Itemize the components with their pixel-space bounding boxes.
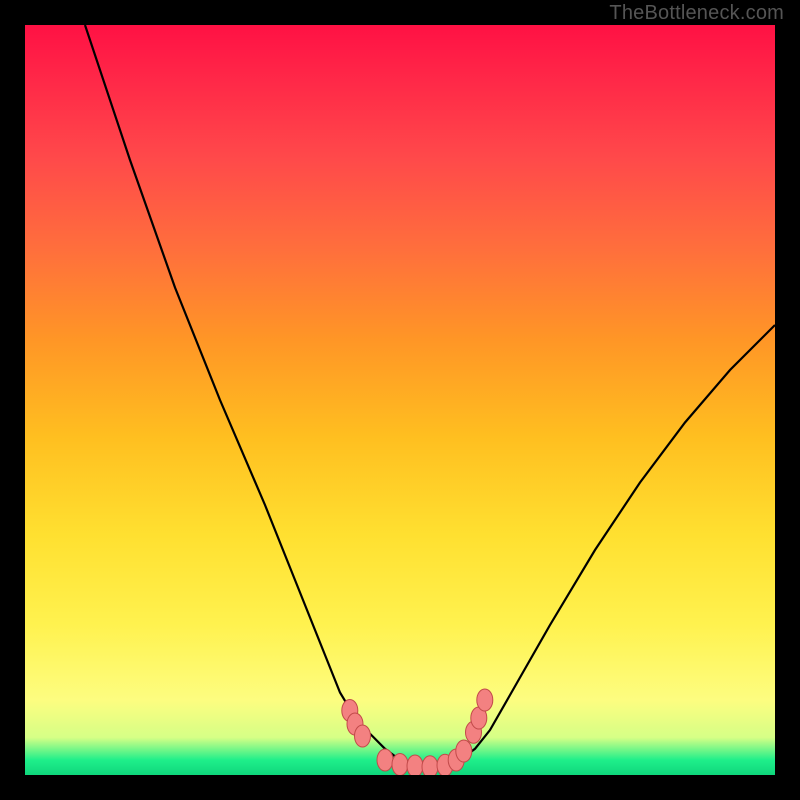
trough-marker — [456, 740, 472, 762]
trough-marker — [392, 754, 408, 776]
marker-group — [342, 689, 493, 775]
watermark-text: TheBottleneck.com — [609, 2, 784, 25]
plot-area — [25, 25, 775, 775]
curve-group — [85, 25, 775, 768]
chart-svg — [25, 25, 775, 775]
trough-marker — [477, 689, 493, 711]
curve-left-branch — [85, 25, 430, 768]
chart-frame: TheBottleneck.com — [0, 0, 800, 800]
trough-marker — [422, 756, 438, 775]
trough-marker — [377, 749, 393, 771]
trough-marker — [355, 725, 371, 747]
trough-marker — [407, 755, 423, 775]
